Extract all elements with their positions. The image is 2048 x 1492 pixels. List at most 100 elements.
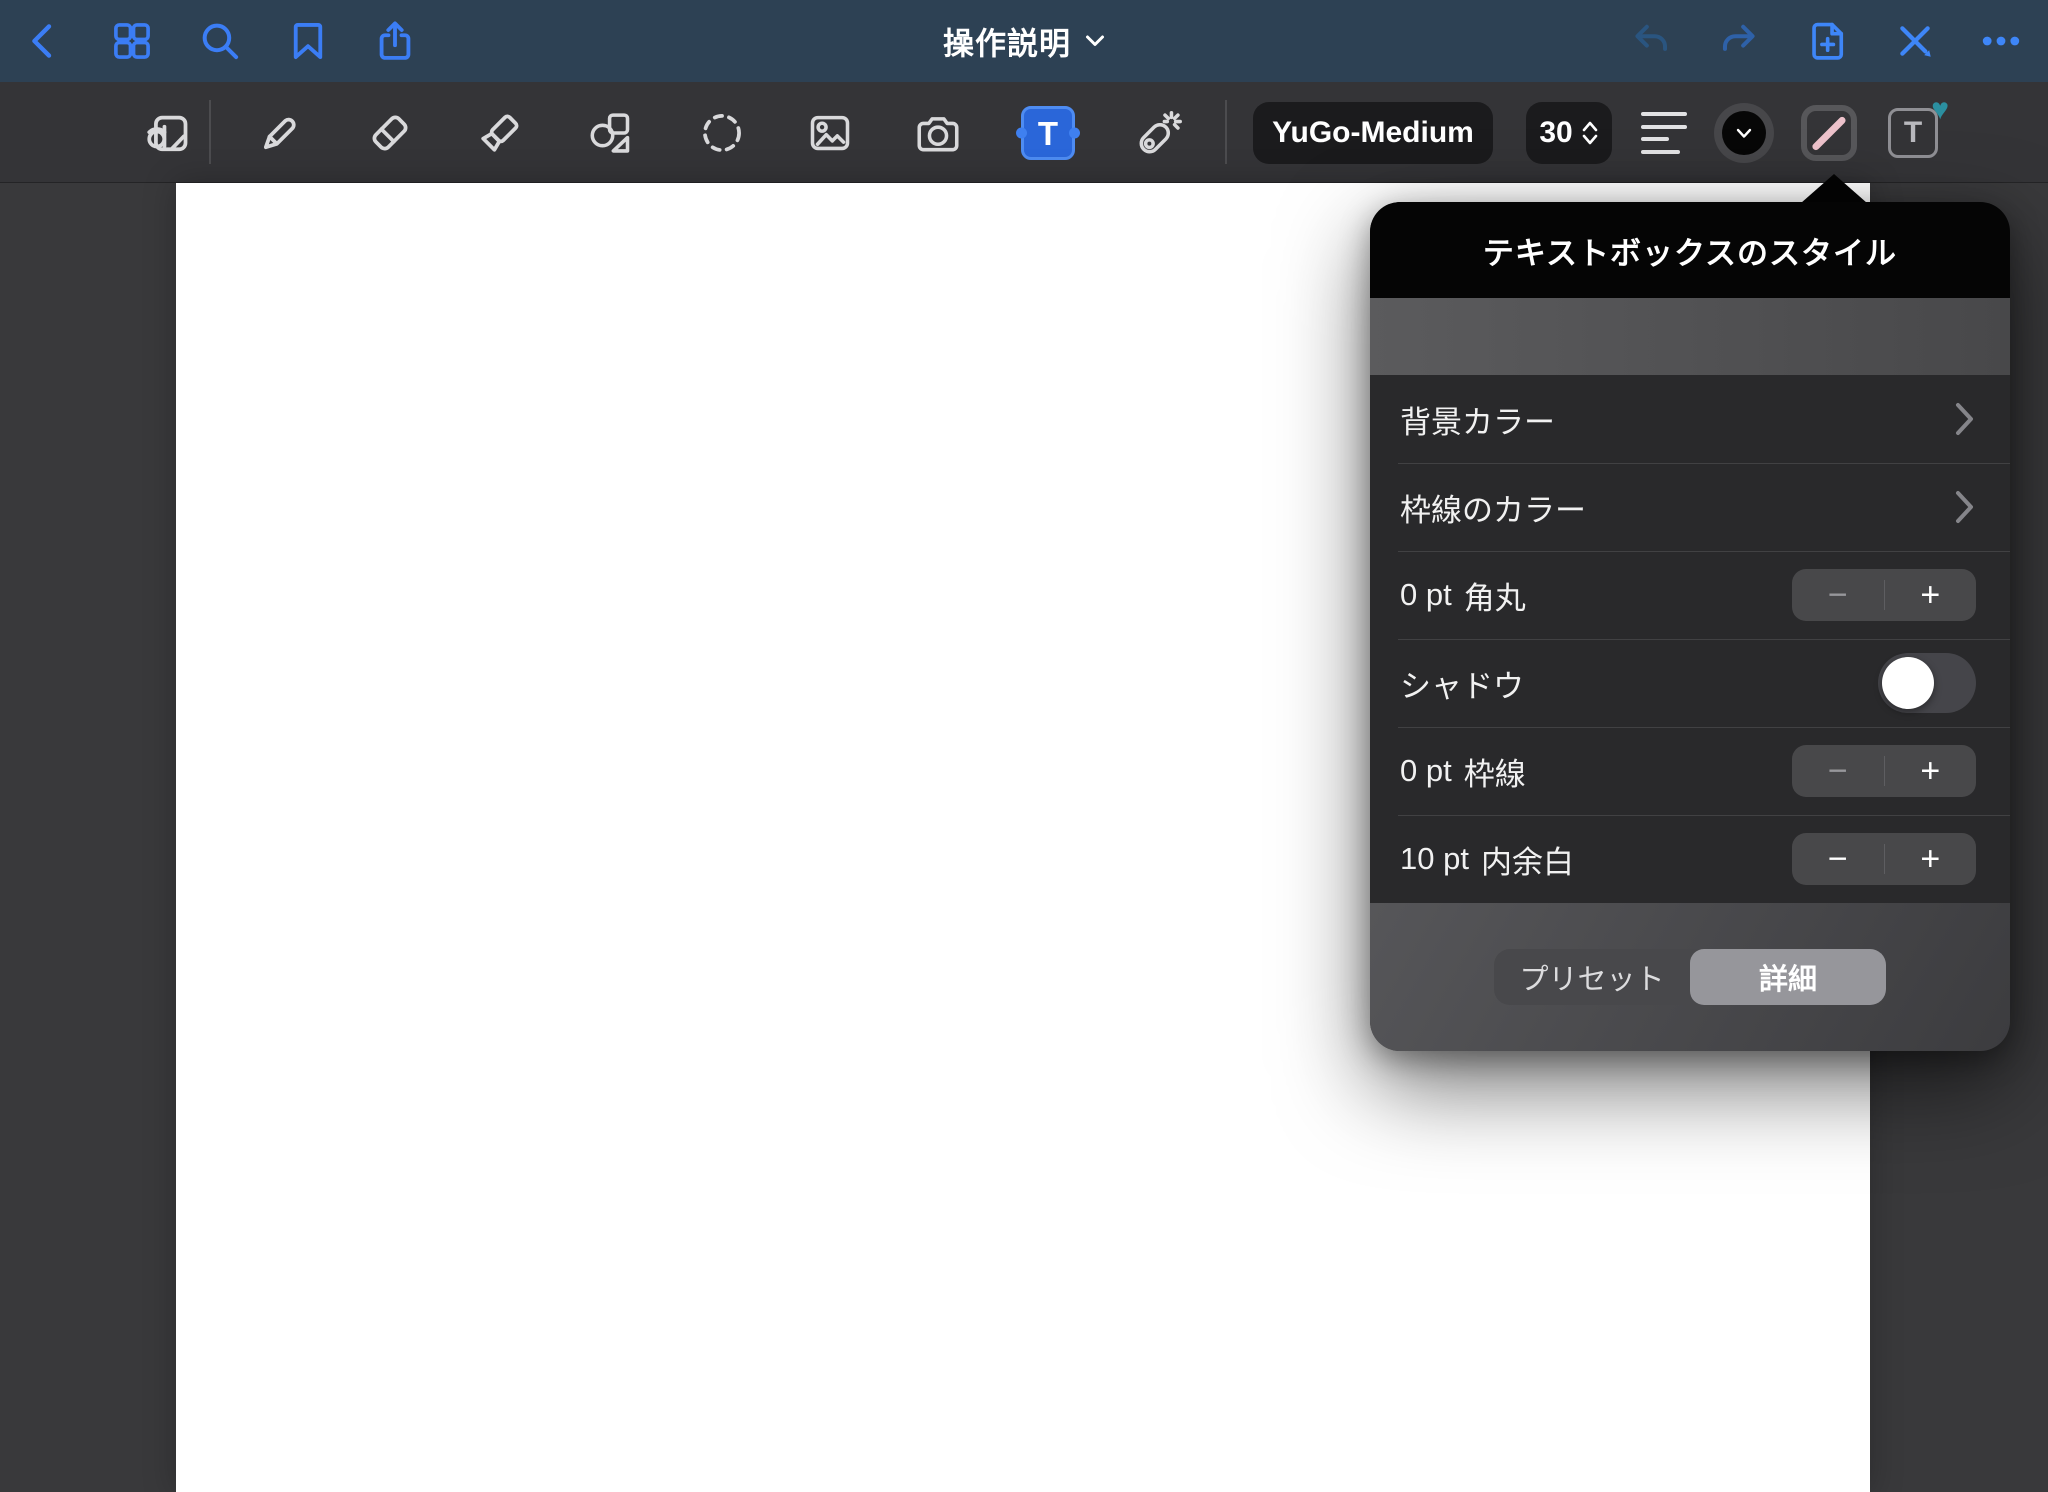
- padding-value: 10 pt: [1400, 841, 1469, 877]
- row-label: シャドウ: [1400, 661, 1524, 706]
- tab-detail-selected[interactable]: 詳細: [1690, 949, 1886, 1005]
- text-tool-glyph: T: [1038, 117, 1058, 150]
- row-label: 枠線のカラー: [1400, 485, 1586, 530]
- stylus-cross-button[interactable]: [1889, 15, 1941, 67]
- ellipsis-icon: [1978, 18, 2024, 64]
- align-line: [1641, 137, 1669, 141]
- align-line: [1641, 112, 1687, 116]
- align-line: [1641, 150, 1680, 154]
- thumbnails-button[interactable]: [106, 15, 158, 67]
- chevron-right-icon: [1954, 401, 1976, 437]
- row-label: 背景カラー: [1400, 397, 1555, 442]
- border-width-value: 0 pt: [1400, 753, 1452, 789]
- toggle-knob: [1882, 657, 1934, 709]
- shapes-tool[interactable]: [582, 105, 638, 161]
- style-preview: [1370, 298, 2010, 375]
- padding-stepper: − +: [1792, 833, 1976, 885]
- textbox-style-popover: テキストボックスのスタイル 背景カラー 枠線のカラー 0: [1370, 202, 2010, 1051]
- border-width-stepper: − +: [1792, 745, 1976, 797]
- eraser-icon: [365, 108, 415, 158]
- text-tool-selected[interactable]: T: [1021, 106, 1075, 160]
- popover-footer: プリセット 詳細: [1370, 903, 2010, 1051]
- favorite-heart-icon: ♥: [1931, 95, 1949, 125]
- corner-radius-stepper: − +: [1792, 569, 1976, 621]
- image-icon: [805, 108, 855, 158]
- font-family-button[interactable]: YuGo-Medium: [1253, 102, 1493, 164]
- row-separator: [1398, 463, 2010, 464]
- read-mode-button[interactable]: [140, 105, 196, 161]
- more-options-button[interactable]: [1975, 15, 2027, 67]
- row-padding: 10 pt 内余白 − +: [1370, 815, 2010, 903]
- plus-button[interactable]: +: [1885, 569, 1977, 621]
- row-corner-radius: 0 pt 角丸 − +: [1370, 551, 2010, 639]
- font-size-value: 30: [1539, 116, 1572, 150]
- favorite-text-style-button[interactable]: T ♥: [1888, 108, 1938, 158]
- add-page-button[interactable]: [1803, 15, 1855, 67]
- row-separator: [1398, 639, 2010, 640]
- stepper-chevrons-icon: [1581, 117, 1599, 149]
- undo-button[interactable]: [1626, 15, 1678, 67]
- eraser-tool[interactable]: [362, 105, 418, 161]
- text-style-glyph: T: [1904, 118, 1922, 148]
- row-label: 枠線: [1464, 749, 1526, 794]
- stroke-color-sample: [1811, 115, 1847, 151]
- preset-detail-segmented: プリセット 詳細: [1494, 949, 1886, 1005]
- app-root: 操作説明: [0, 0, 2048, 1492]
- lasso-icon: [697, 108, 747, 158]
- laser-pointer-tool[interactable]: [1132, 105, 1188, 161]
- back-button[interactable]: [18, 15, 70, 67]
- row-separator: [1398, 551, 2010, 552]
- laser-pointer-icon: [1135, 108, 1185, 158]
- corner-radius-value: 0 pt: [1400, 577, 1452, 613]
- search-button[interactable]: [194, 15, 246, 67]
- redo-button[interactable]: [1712, 15, 1764, 67]
- chevron-down-icon: [1736, 128, 1752, 139]
- text-align-button[interactable]: [1641, 112, 1687, 154]
- toolbar-divider: [1225, 100, 1227, 164]
- camera-icon: [913, 108, 963, 158]
- row-label: 内余白: [1481, 837, 1574, 882]
- shapes-icon: [585, 108, 635, 158]
- chevron-right-icon: [1954, 489, 1976, 525]
- row-separator: [1398, 727, 2010, 728]
- share-button[interactable]: [369, 15, 421, 67]
- undo-icon: [1629, 18, 1675, 64]
- row-label: 角丸: [1464, 573, 1526, 618]
- add-page-icon: [1806, 18, 1852, 64]
- image-tool[interactable]: [802, 105, 858, 161]
- minus-button[interactable]: −: [1792, 833, 1884, 885]
- popover-body: テキストボックスのスタイル 背景カラー 枠線のカラー 0: [1370, 202, 2010, 1051]
- row-border-width: 0 pt 枠線 − +: [1370, 727, 2010, 815]
- highlighter-tool[interactable]: [472, 105, 528, 161]
- minus-button[interactable]: −: [1792, 745, 1884, 797]
- page-edit-icon: [143, 108, 193, 158]
- shadow-toggle-off[interactable]: [1878, 653, 1976, 713]
- chevron-left-icon: [21, 18, 67, 64]
- search-icon: [197, 18, 243, 64]
- grid-icon: [109, 18, 155, 64]
- plus-button[interactable]: +: [1885, 833, 1977, 885]
- text-color-button[interactable]: [1714, 103, 1774, 163]
- chevron-down-icon: [1085, 35, 1105, 48]
- document-title-button[interactable]: 操作説明: [943, 19, 1105, 64]
- selection-handle-left: [1016, 128, 1027, 139]
- row-background-color[interactable]: 背景カラー: [1370, 375, 2010, 463]
- lasso-tool[interactable]: [694, 105, 750, 161]
- highlighter-icon: [475, 108, 525, 158]
- redo-icon: [1715, 18, 1761, 64]
- font-size-stepper[interactable]: 30: [1526, 102, 1612, 164]
- minus-button[interactable]: −: [1792, 569, 1884, 621]
- current-color-swatch: [1722, 111, 1766, 155]
- pen-tool[interactable]: [252, 105, 308, 161]
- font-family-label: YuGo-Medium: [1272, 116, 1474, 150]
- tab-preset[interactable]: プリセット: [1494, 949, 1690, 1005]
- camera-tool[interactable]: [910, 105, 966, 161]
- row-border-color[interactable]: 枠線のカラー: [1370, 463, 2010, 551]
- textbox-style-button-active[interactable]: [1801, 105, 1857, 161]
- tool-bar: T YuGo-Medium 30: [0, 82, 2048, 183]
- selection-handle-right: [1069, 128, 1080, 139]
- row-shadow: シャドウ: [1370, 639, 2010, 727]
- plus-button[interactable]: +: [1885, 745, 1977, 797]
- bookmark-button[interactable]: [282, 15, 334, 67]
- row-separator: [1398, 815, 2010, 816]
